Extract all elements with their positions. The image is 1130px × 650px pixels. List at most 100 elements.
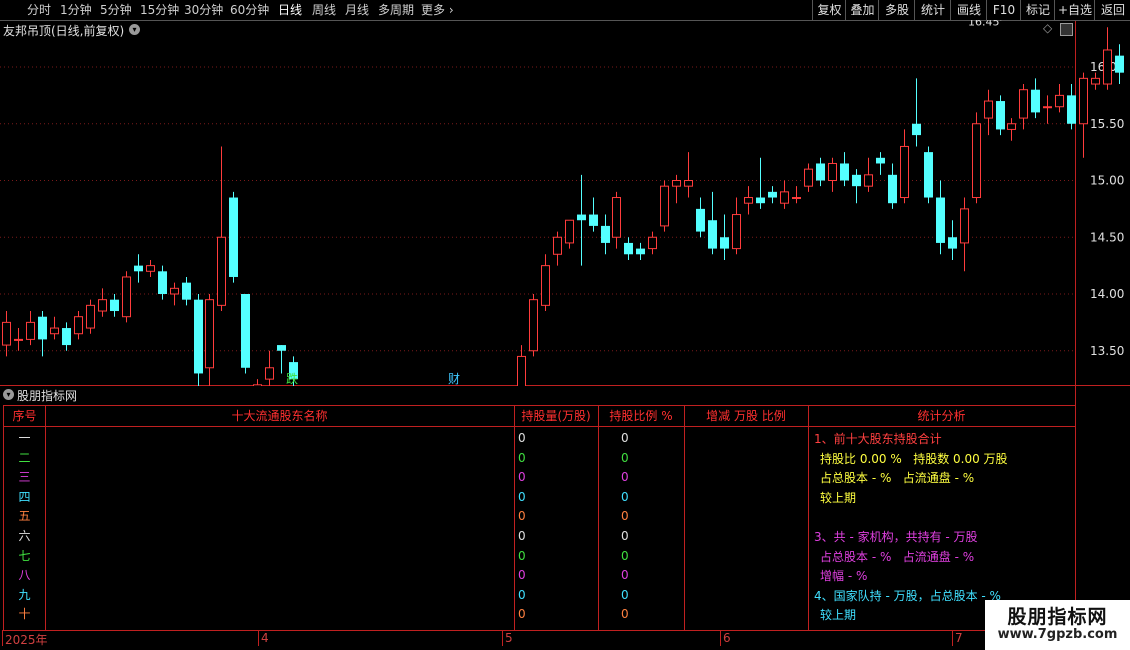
table-header-3[interactable]: 持股比例 % [598, 406, 684, 427]
candle-body-down [840, 163, 849, 181]
candle-body-up [684, 180, 693, 187]
row-qty: 0 [518, 529, 526, 543]
timeline-label: 2025年 [5, 633, 48, 647]
date-timeline: 2025年 4 5 6 7 [0, 630, 1075, 650]
candle-body-down [636, 248, 645, 255]
candle-body-up [265, 367, 274, 380]
candle-body-up [1055, 94, 1064, 108]
candle-body-up [170, 287, 179, 295]
row-ratio: 0 [621, 529, 629, 543]
candle-body-up [217, 236, 226, 306]
period-tab-2[interactable]: 5分钟 [100, 2, 132, 18]
candle-body-up [529, 299, 538, 352]
row-qty: 0 [518, 431, 526, 445]
row-index: 三 [18, 470, 31, 485]
watermark-title: 股朋指标网 [1007, 606, 1108, 628]
candle-body-up [553, 236, 562, 255]
candle-body-up [205, 299, 214, 369]
table-header-4[interactable]: 增减 万股 比例 [684, 406, 808, 427]
candle-body-down [768, 191, 777, 198]
toolbar-button-0[interactable]: 复权 [812, 0, 846, 20]
row-index: 九 [18, 587, 31, 602]
candle-body-up [98, 299, 107, 312]
candle-body-down [888, 174, 897, 204]
period-tab-10[interactable]: 更多 › [421, 2, 454, 18]
table-column-3: 持股比例 % [598, 406, 685, 630]
shareholder-table: 序号 十大流通股东名称 持股量(万股) 持股比例 % 增减 万股 比例 统计分析一 0 0 二 0… [3, 405, 1076, 631]
row-index: 二 [18, 450, 31, 465]
candle-body-up [26, 321, 35, 340]
period-tab-4[interactable]: 30分钟 [184, 2, 223, 18]
toolbar-button-7[interactable]: +自选 [1054, 0, 1095, 20]
toolbar-button-3[interactable]: 统计 [914, 0, 951, 20]
candle-body-up [792, 197, 801, 200]
period-tab-8[interactable]: 月线 [345, 2, 369, 18]
row-index: 七 [18, 548, 31, 563]
candle-body-up [541, 265, 550, 306]
toolbar-button-6[interactable]: 标记 [1020, 0, 1055, 20]
candle-body-down [876, 157, 885, 164]
row-ratio: 0 [621, 450, 629, 465]
candle-body-down [577, 214, 586, 221]
candle-body-up [648, 236, 657, 250]
timeline-tick [952, 630, 953, 646]
period-tab-7[interactable]: 周线 [312, 2, 336, 18]
candle-body-up [972, 123, 981, 199]
signal-marker-0: 跌 [286, 371, 298, 386]
period-tab-9[interactable]: 多周期 [378, 2, 414, 18]
candle-body-down [158, 271, 167, 294]
row-ratio: 0 [621, 509, 629, 524]
toolbar-button-4[interactable]: 画线 [950, 0, 987, 20]
candle-body-up [612, 197, 621, 238]
candle-body-up [864, 174, 873, 187]
kline-chart[interactable]: 16.5016.0015.5015.0014.5014.0013.5013.00… [0, 20, 1130, 386]
candle-body-up [1103, 49, 1112, 85]
candle-body-down [912, 123, 921, 136]
row-index: 十 [18, 607, 31, 622]
table-header-5[interactable]: 统计分析 [808, 406, 1075, 427]
candle-body-up [1019, 89, 1028, 119]
indicator-panel-title-row: ▾ 股朋指标网 [0, 386, 1075, 403]
candle-body-up [672, 180, 681, 187]
row-qty: 0 [518, 607, 526, 622]
chevron-down-icon[interactable]: ▾ [3, 389, 14, 400]
price-label: 15.50 [1090, 117, 1124, 131]
candle-body-down [229, 197, 238, 277]
row-ratio: 0 [621, 587, 629, 602]
candle-body-down [696, 208, 705, 232]
timeline-label: 6 [723, 631, 731, 645]
candle-body-down [589, 214, 598, 226]
row-qty: 0 [518, 470, 526, 485]
toolbar-button-5[interactable]: F10 [986, 0, 1021, 20]
row-index: 六 [18, 529, 31, 543]
period-tab-3[interactable]: 15分钟 [140, 2, 179, 18]
row-ratio: 0 [621, 431, 629, 445]
table-header-1[interactable]: 十大流通股东名称 [45, 406, 514, 427]
timeline-label: 5 [505, 631, 513, 645]
candle-body-up [900, 145, 909, 199]
timeline-label: 4 [261, 631, 269, 645]
price-label: 14.00 [1090, 287, 1124, 301]
candle-body-down [1067, 95, 1076, 124]
stat-line: 占总股本 - % 占流通盘 - % [820, 549, 975, 564]
period-tab-0[interactable]: 分时 [27, 2, 51, 18]
candle-body-up [984, 100, 993, 119]
candle-body-down [1031, 89, 1040, 113]
candle-body-up [1043, 106, 1052, 109]
table-header-0[interactable]: 序号 [4, 406, 45, 427]
candle-body-down [194, 299, 203, 374]
stat-line: 4、国家队持 - 万股，占总股本 - % [814, 588, 1001, 603]
signal-marker-1: 财 [448, 372, 460, 386]
row-ratio: 0 [621, 607, 629, 622]
candle-body-up [517, 355, 526, 386]
price-label: 13.50 [1090, 344, 1124, 358]
toolbar-button-2[interactable]: 多股 [878, 0, 915, 20]
toolbar-button-8[interactable]: 返回 [1094, 0, 1130, 20]
toolbar-button-1[interactable]: 叠加 [845, 0, 879, 20]
candle-body-up [780, 191, 789, 204]
period-tab-6[interactable]: 日线 [278, 2, 302, 18]
table-column-1: 十大流通股东名称 [45, 406, 515, 630]
table-header-2[interactable]: 持股量(万股) [514, 406, 598, 427]
period-tab-1[interactable]: 1分钟 [60, 2, 92, 18]
period-tab-5[interactable]: 60分钟 [230, 2, 269, 18]
